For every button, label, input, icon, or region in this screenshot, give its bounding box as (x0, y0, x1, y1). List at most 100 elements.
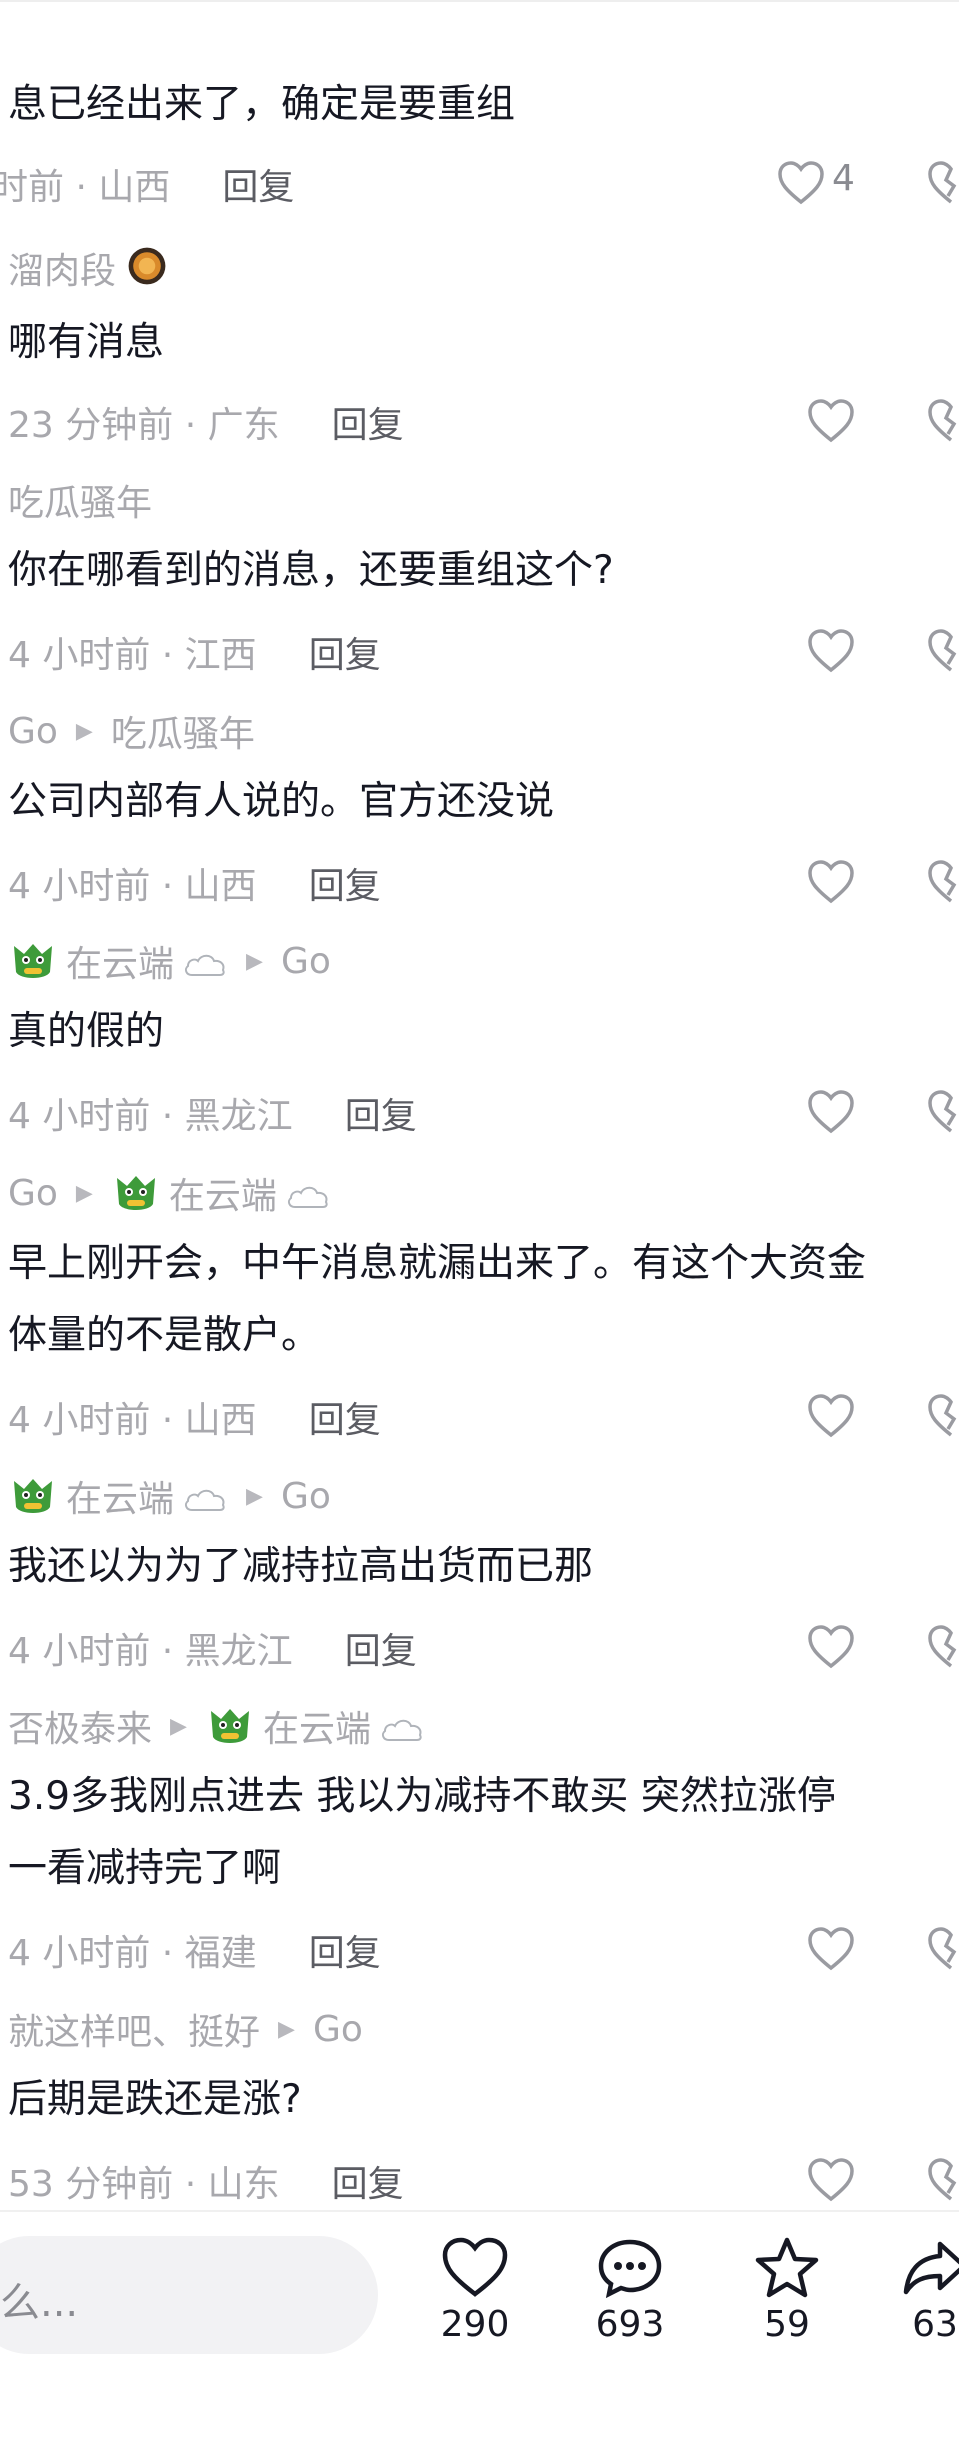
share-action[interactable]: 63 (880, 2236, 959, 2345)
like-icon[interactable] (806, 628, 856, 674)
reply-to-username[interactable]: 吃瓜骚年 (111, 705, 255, 757)
reply-button[interactable]: 回复 (309, 857, 381, 909)
like-icon[interactable] (806, 1089, 856, 1135)
comment-footer: 53 分钟前 · 山东 回复 (8, 2151, 404, 2211)
cloud-icon (182, 1482, 228, 1511)
comment-username[interactable]: 溜肉段 (8, 242, 116, 294)
star-outline-icon (755, 2237, 819, 2298)
comment-time-location: 4 小时前 · 山西 (8, 866, 257, 907)
comment-username[interactable]: Go (8, 711, 58, 752)
reply-to-username[interactable]: 在云端 (263, 1700, 371, 1752)
dislike-icon[interactable] (926, 1393, 959, 1439)
comment-time-location: 4 小时前 · 山西 (8, 1400, 257, 1441)
comment-username[interactable]: 否极泰来 (8, 1700, 152, 1752)
like-icon[interactable] (806, 1393, 856, 1439)
reply-to-username[interactable]: 在云端 (169, 1167, 277, 1219)
reply-arrow-icon: ▶ (278, 2016, 295, 2042)
comment-footer: 时前 · 山西 回复 (0, 154, 294, 214)
reply-to-username[interactable]: Go (313, 2009, 363, 2050)
comment-text: 真的假的 (8, 1009, 165, 1054)
dragon-avatar-icon (8, 936, 58, 986)
favorite-count: 59 (764, 2304, 810, 2345)
reply-arrow-icon: ▶ (246, 948, 263, 974)
comment-footer: 23 分钟前 · 广东 回复 (8, 392, 404, 452)
comment-time-location: 53 分钟前 · 山东 (8, 2164, 280, 2205)
reply-button[interactable]: 回复 (345, 1087, 417, 1139)
comment-input[interactable]: 么... (0, 2236, 378, 2354)
comment-footer: 4 小时前 · 福建 回复 (8, 1920, 381, 1980)
dislike-icon[interactable] (926, 1624, 959, 1670)
medal-icon (124, 243, 174, 293)
bottom-action-bar: 么... 290 693 59 63 (0, 2210, 959, 2460)
dislike-icon[interactable] (926, 859, 959, 905)
comment-header: Go ▶ 吃瓜骚年 (8, 705, 255, 757)
comment-time-location: 4 小时前 · 福建 (8, 1933, 257, 1974)
comment-text-line: 一看减持完了啊 (8, 1846, 282, 1891)
share-count: 63 (912, 2304, 958, 2345)
reply-button[interactable]: 回复 (332, 396, 404, 448)
comment-footer: 4 小时前 · 黑龙江 回复 (8, 1083, 417, 1143)
reply-button[interactable]: 回复 (222, 158, 294, 210)
comment-count: 693 (595, 2304, 665, 2345)
comment-footer: 4 小时前 · 山西 回复 (8, 1387, 381, 1447)
comment-text: 息已经出来了，确定是要重组 (8, 82, 516, 127)
comment-header: 否极泰来 ▶ 在云端 (8, 1700, 425, 1752)
comment-username[interactable]: Go (8, 1173, 58, 1214)
comment-time-location: 23 分钟前 · 广东 (8, 405, 280, 446)
dislike-icon[interactable] (926, 2157, 959, 2203)
cloud-icon (182, 947, 228, 976)
reply-button[interactable]: 回复 (332, 2155, 404, 2207)
comment-username[interactable]: 在云端 (66, 935, 174, 987)
like-icon[interactable] (806, 859, 856, 905)
comment-username[interactable]: 在云端 (66, 1470, 174, 1522)
reply-to-username[interactable]: Go (281, 941, 331, 982)
comment-action[interactable]: 693 (575, 2236, 685, 2345)
like-icon[interactable] (806, 2157, 856, 2203)
comment-header: 在云端 ▶ Go (8, 935, 331, 987)
dislike-icon[interactable] (926, 1089, 959, 1135)
like-count: 290 (440, 2304, 510, 2345)
comment-time-location: 4 小时前 · 江西 (8, 635, 257, 676)
dislike-icon[interactable] (926, 398, 959, 444)
comment-header: 就这样吧、挺好 ▶ Go (8, 2003, 363, 2055)
dislike-icon[interactable] (926, 1926, 959, 1972)
comment-header: 溜肉段 (8, 242, 174, 294)
like-icon[interactable] (806, 1926, 856, 1972)
comment-text: 我还以为为了减持拉高出货而已那 (8, 1544, 594, 1589)
comment-text: 你在哪看到的消息，还要重组这个? (8, 548, 614, 593)
dragon-avatar-icon (111, 1168, 161, 1218)
comment-header: 吃瓜骚年 (8, 474, 152, 526)
dislike-icon[interactable] (926, 160, 959, 206)
reply-arrow-icon: ▶ (75, 1180, 93, 1206)
reply-button[interactable]: 回复 (309, 626, 381, 678)
comment-footer: 4 小时前 · 黑龙江 回复 (8, 1618, 417, 1678)
dragon-avatar-icon (8, 1471, 58, 1521)
comment-text: 后期是跌还是涨? (8, 2077, 302, 2122)
like-icon[interactable] (776, 160, 826, 206)
comment-text-line: 体量的不是散户。 (8, 1313, 321, 1358)
share-arrow-icon (903, 2241, 959, 2295)
reply-to-username[interactable]: Go (281, 1476, 331, 1517)
reply-button[interactable]: 回复 (309, 1924, 381, 1976)
reply-arrow-icon: ▶ (170, 1713, 187, 1739)
cloud-icon (379, 1712, 425, 1741)
like-icon[interactable] (806, 1624, 856, 1670)
comment-time-location: 4 小时前 · 黑龙江 (8, 1631, 293, 1672)
reply-button[interactable]: 回复 (345, 1622, 417, 1674)
speech-bubble-icon (598, 2239, 662, 2299)
comment-text-line: 早上刚开会，中午消息就漏出来了。有这个大资金 (8, 1241, 867, 1286)
comment-text-line: 3.9多我刚点进去 我以为减持不敢买 突然拉涨停 (8, 1774, 836, 1819)
comment-header: 在云端 ▶ Go (8, 1470, 331, 1522)
cloud-icon (285, 1179, 331, 1208)
favorite-action[interactable]: 59 (732, 2236, 842, 2345)
reply-button[interactable]: 回复 (309, 1391, 381, 1443)
comment-input-placeholder: 么... (0, 2280, 79, 2326)
comment-username[interactable]: 就这样吧、挺好 (8, 2003, 260, 2055)
like-icon[interactable] (806, 398, 856, 444)
like-action[interactable]: 290 (420, 2236, 530, 2345)
comment-username[interactable]: 吃瓜骚年 (8, 474, 152, 526)
comment-time-location: 4 小时前 · 黑龙江 (8, 1096, 293, 1137)
dislike-icon[interactable] (926, 628, 959, 674)
comment-header: Go ▶ 在云端 (8, 1167, 331, 1219)
dragon-avatar-icon (205, 1701, 255, 1751)
